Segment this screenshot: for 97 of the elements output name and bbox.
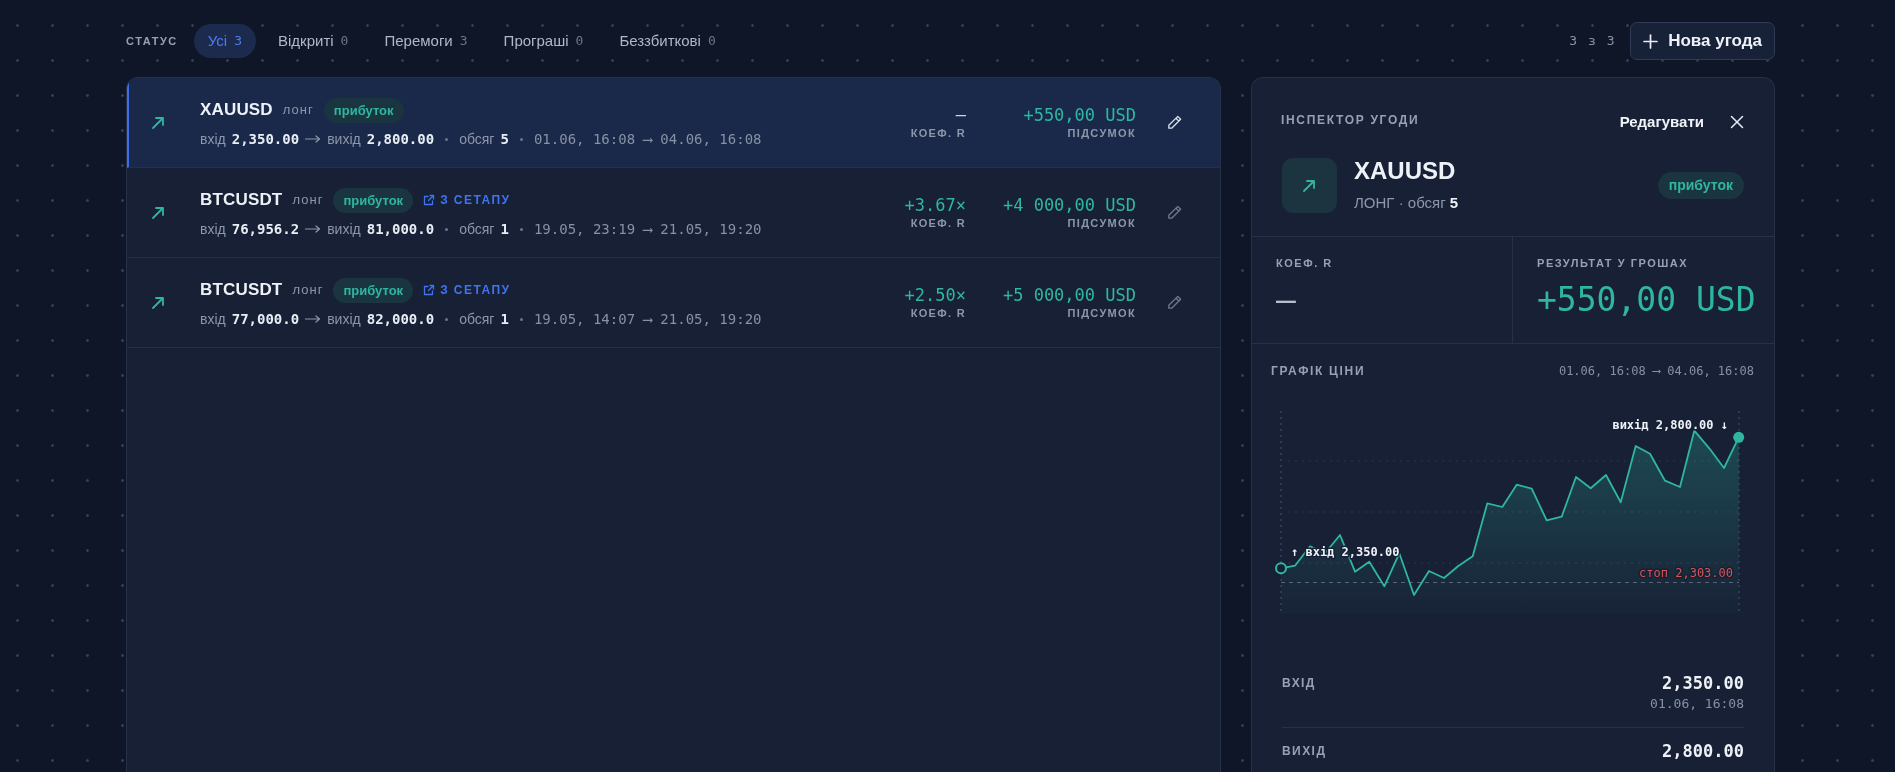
detail-price: 2,800.00 [1662,740,1744,762]
detail-price: 2,350.00 [1661,672,1744,694]
separator-dot-icon [445,227,449,231]
r-multiple-label: КОЕФ. R [909,215,966,231]
trade-counter: 3 з 3 [1569,32,1617,51]
arrow-right-icon [305,225,322,233]
stat-value: — [1276,280,1297,320]
filter-tab[interactable]: Програші 0 [489,24,598,58]
separator-dot-icon [445,317,449,321]
pencil-icon [1166,204,1183,221]
trade-side: лонг [282,101,314,120]
detail-time: 01.06, 16:08 [1650,695,1744,713]
pencil-icon [1166,294,1183,311]
exit-price: 2,800.00 [366,130,435,148]
r-multiple-value: +3.67× [904,194,966,215]
stat-label: РЕЗУЛЬТАТ У ГРОШАХ [1537,256,1690,270]
arrow-up-right-icon [151,205,165,220]
result-value: +550,00 USD [1022,104,1136,125]
separator-dot-icon [445,137,449,141]
exit-label: вихід [327,220,361,238]
filter-tab[interactable]: Відкриті 0 [264,24,363,58]
trade-symbol: BTCUSDT [200,279,283,302]
result-label: ПІДСУМОК [1066,215,1136,231]
trade-row[interactable]: BTCUSDT лонг прибуток З СЕТАПУ вхід 77,000.0 вихід 82,000.0 обсяг 1 19.05, 14:07 ⟶ 21.05, 19:20 +2.50× КОЕФ. R +5 000,00 USD ПІДСУМОК [127,258,1220,348]
volume-label: обсяг [459,130,495,148]
new-trade-button[interactable]: Нова угода [1630,22,1775,60]
chart-time-range: 01.06, 16:08 ⟶ 04.06, 16:08 [1558,363,1754,380]
trade-side: лонг [292,191,324,210]
time-range: 01.06, 16:08 ⟶ 04.06, 16:08 [533,130,762,148]
trend-tile-icon [1282,157,1337,213]
arrow-right-icon [305,315,322,323]
edit-button[interactable] [1166,114,1183,131]
entry-label: вхід [200,130,226,148]
r-multiple-label: КОЕФ. R [910,125,966,141]
entry-price: 2,350.00 [231,130,300,148]
filter-tab[interactable]: Усі 3 [193,24,257,58]
trade-subtitle: ЛОНГ · обсяг 5 [1354,193,1459,213]
filter-tab[interactable]: Перемоги 3 [370,24,482,58]
time-range: 19.05, 14:07 ⟶ 21.05, 19:20 [533,310,762,328]
arrow-up-right-icon [151,295,165,310]
arrow-right-icon [305,135,322,143]
filter-tab[interactable]: Беззбиткові 0 [605,24,730,58]
filter-label: СТАТУС [126,33,178,49]
exit-label: вихід [327,310,361,328]
result-label: ПІДСУМОК [1066,125,1136,141]
detail-label: ВХІД [1282,675,1316,692]
entry-marker-icon [1275,562,1287,575]
separator-dot-icon [519,227,523,231]
close-icon [1730,115,1744,130]
volume-label: обсяг [459,310,495,328]
exit-label: вихід [327,130,361,148]
trade-symbol: XAUUSD [200,99,273,122]
separator-dot-icon [519,317,523,321]
status-badge: прибуток [333,277,414,303]
volume-label: обсяг [459,220,495,238]
entry-price: 77,000.0 [231,310,300,328]
trade-side: лонг [292,281,324,300]
volume-value: 5 [500,130,509,148]
status-badge: прибуток [333,187,414,213]
external-link-icon [423,284,436,296]
entry-label: вхід [200,220,226,238]
r-multiple-value: — [954,104,966,125]
detail-label: ВИХІД [1282,743,1327,760]
status-badge: прибуток [1657,171,1744,199]
result-value: +5 000,00 USD [1001,284,1136,305]
setup-link[interactable]: З СЕТАПУ [423,281,511,299]
stop-price-label: стоп 2,303.00 [1639,566,1733,580]
r-multiple-value: +2.50× [904,284,966,305]
stat-label: КОЕФ. R [1276,256,1334,270]
arrow-up-right-icon [151,115,165,130]
exit-marker-icon [1733,431,1745,443]
status-badge: прибуток [323,97,404,123]
exit-price: 81,000.0 [366,220,435,238]
edit-button[interactable]: Редагувати [1619,111,1704,134]
exit-price-label: вихід 2,800.00 ↓ [1612,418,1728,432]
result-value: +4 000,00 USD [1001,194,1136,215]
close-button[interactable] [1730,115,1744,130]
trade-symbol: BTCUSDT [200,189,283,212]
r-multiple-label: КОЕФ. R [909,305,966,321]
trade-row[interactable]: XAUUSD лонг прибуток вхід 2,350.00 вихід 2,800.00 обсяг 5 01.06, 16:08 ⟶ 04.06, 16:08 — КОЕФ. R +550,00 USD ПІДСУМОК [127,78,1220,168]
external-link-icon [423,194,436,206]
inspector-title: ІНСПЕКТОР УГОДИ [1281,112,1420,129]
time-range: 19.05, 23:19 ⟶ 21.05, 19:20 [533,220,762,238]
entry-price: 76,956.2 [231,220,300,238]
volume-value: 1 [500,220,509,238]
exit-price: 82,000.0 [366,310,435,328]
chart-title: ГРАФІК ЦІНИ [1271,363,1366,380]
volume-value: 1 [500,310,509,328]
result-label: ПІДСУМОК [1066,305,1136,321]
trade-symbol: XAUUSD [1354,157,1457,185]
trade-row[interactable]: BTCUSDT лонг прибуток З СЕТАПУ вхід 76,956.2 вихід 81,000.0 обсяг 1 19.05, 23:19 ⟶ 21.05, 19:20 +3.67× КОЕФ. R +4 000,00 USD ПІДСУМОК [127,168,1220,258]
entry-label: вхід [200,310,226,328]
pencil-icon [1166,114,1183,131]
plus-icon [1643,33,1659,49]
separator-dot-icon [519,137,523,141]
stat-value: +550,00 USD [1537,280,1756,320]
setup-link[interactable]: З СЕТАПУ [423,191,511,209]
